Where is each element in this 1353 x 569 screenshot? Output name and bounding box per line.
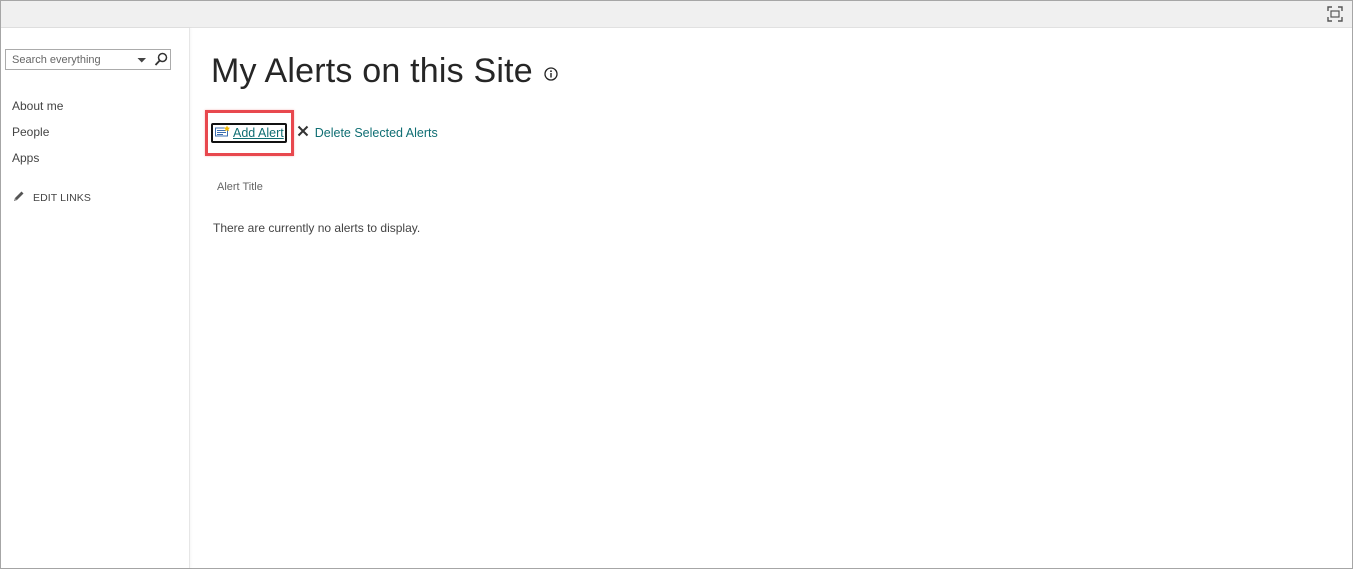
app-window: About me People Apps EDIT LINKS My Alert… [0, 0, 1353, 569]
alerts-toolbar: Add Alert Delete Selected Alerts [211, 123, 438, 143]
search-box [5, 49, 171, 70]
main-content: My Alerts on this Site Add Alert Delete … [191, 28, 1352, 568]
search-input[interactable] [6, 50, 130, 69]
nav-item-label: About me [12, 99, 64, 113]
empty-state-message: There are currently no alerts to display… [213, 221, 421, 235]
column-header-alert-title[interactable]: Alert Title [217, 181, 263, 193]
quick-launch-list: About me People Apps [12, 98, 63, 176]
nav-item-apps[interactable]: Apps [12, 150, 63, 176]
nav-item-about-me[interactable]: About me [12, 98, 63, 124]
top-bar [1, 1, 1352, 28]
chevron-down-icon[interactable] [135, 50, 149, 69]
pencil-icon [13, 189, 25, 207]
nav-item-people[interactable]: People [12, 124, 63, 150]
page-title-row: My Alerts on this Site [211, 52, 558, 91]
info-icon[interactable] [544, 66, 558, 81]
add-alert-button[interactable]: Add Alert [211, 123, 287, 143]
page-title: My Alerts on this Site [211, 52, 533, 90]
add-alert-icon [215, 124, 231, 142]
nav-item-label: People [12, 125, 50, 139]
add-alert-label: Add Alert [233, 126, 284, 140]
delete-selected-alerts-button[interactable]: Delete Selected Alerts [297, 124, 438, 142]
edit-links-label: EDIT LINKS [33, 192, 91, 204]
delete-selected-alerts-label: Delete Selected Alerts [314, 126, 438, 140]
focus-on-content-icon[interactable] [1326, 5, 1344, 23]
nav-item-label: Apps [12, 151, 40, 165]
search-icon[interactable] [152, 50, 170, 69]
edit-links-button[interactable]: EDIT LINKS [13, 190, 91, 206]
left-navigation: About me People Apps EDIT LINKS [1, 28, 190, 568]
close-icon [297, 124, 309, 142]
